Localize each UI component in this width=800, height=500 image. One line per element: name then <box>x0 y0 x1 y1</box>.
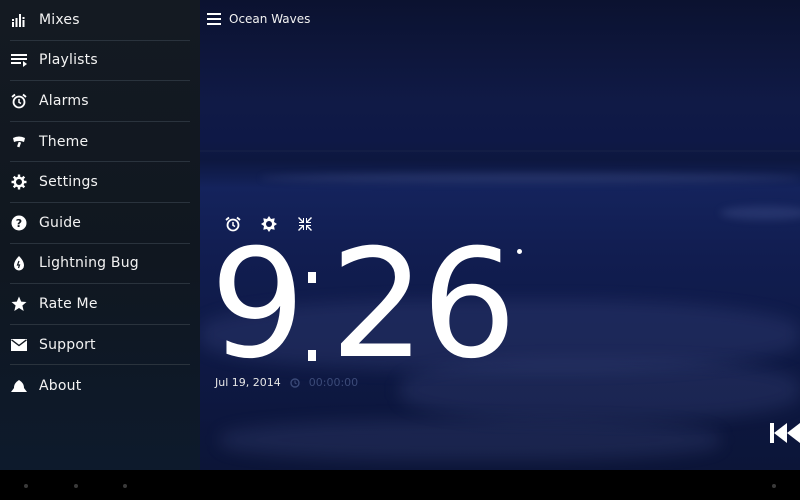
drawer-item-label: Alarms <box>39 92 89 109</box>
system-nav-bar <box>0 470 800 500</box>
gear-icon <box>10 173 28 191</box>
help-icon: ? <box>10 214 28 232</box>
star-icon <box>10 295 28 313</box>
horizon-line <box>200 150 800 152</box>
action-bar: Ocean Waves <box>207 10 310 28</box>
drawer-item-alarms[interactable]: Alarms <box>10 81 190 122</box>
nav-home-dot[interactable] <box>74 484 78 488</box>
equalizer-icon <box>10 11 28 29</box>
clock-colon <box>308 272 316 283</box>
navigation-drawer: Mixes Playlists Alarms Theme Settings ? … <box>0 0 200 470</box>
lightning-bug-icon <box>10 254 28 272</box>
nav-menu-dot[interactable] <box>772 484 776 488</box>
wave-crest <box>260 173 800 183</box>
wave-crest <box>720 206 800 220</box>
clock-minutes: 26 <box>330 218 517 392</box>
drawer-item-label: Theme <box>39 133 89 150</box>
drawer-item-label: About <box>39 377 82 394</box>
envelope-icon <box>10 336 28 354</box>
drawer-item-label: Lightning Bug <box>39 255 139 272</box>
nav-back-dot[interactable] <box>24 484 28 488</box>
app-title: Ocean Waves <box>229 12 311 26</box>
alarm-icon <box>10 92 28 110</box>
drawer-item-rate-me[interactable]: Rate Me <box>10 284 190 325</box>
paint-brush-icon <box>10 133 28 151</box>
rewind-icon[interactable] <box>768 422 800 444</box>
drawer-item-support[interactable]: Support <box>10 325 190 366</box>
sleep-timer: 00:00:00 <box>308 376 359 389</box>
cloud-icon <box>10 377 28 395</box>
drawer-item-about[interactable]: About <box>10 365 190 406</box>
date-row: Jul 19, 2014 00:00:00 <box>215 376 358 389</box>
drawer-item-playlists[interactable]: Playlists <box>10 41 190 82</box>
clock-hour: 9 <box>210 218 306 392</box>
playlist-icon <box>10 51 28 69</box>
date-text: Jul 19, 2014 <box>215 376 281 389</box>
drawer-item-label: Mixes <box>39 11 80 28</box>
clock-colon <box>308 350 316 361</box>
drawer-item-lightning-bug[interactable]: Lightning Bug <box>10 244 190 285</box>
drawer-item-guide[interactable]: ? Guide <box>10 203 190 244</box>
drawer-item-mixes[interactable]: Mixes <box>10 0 190 41</box>
svg-text:?: ? <box>16 217 22 230</box>
drawer-item-theme[interactable]: Theme <box>10 122 190 163</box>
drawer-item-settings[interactable]: Settings <box>10 162 190 203</box>
timer-icon <box>290 377 300 388</box>
sea-foam <box>220 420 720 460</box>
pm-indicator <box>517 249 522 254</box>
drawer-item-label: Support <box>39 336 96 353</box>
drawer-item-label: Rate Me <box>39 295 98 312</box>
hamburger-icon[interactable] <box>207 13 221 25</box>
drawer-item-label: Playlists <box>39 52 98 69</box>
drawer-item-label: Settings <box>39 174 99 191</box>
nav-recent-dot[interactable] <box>123 484 127 488</box>
drawer-item-label: Guide <box>39 214 82 231</box>
